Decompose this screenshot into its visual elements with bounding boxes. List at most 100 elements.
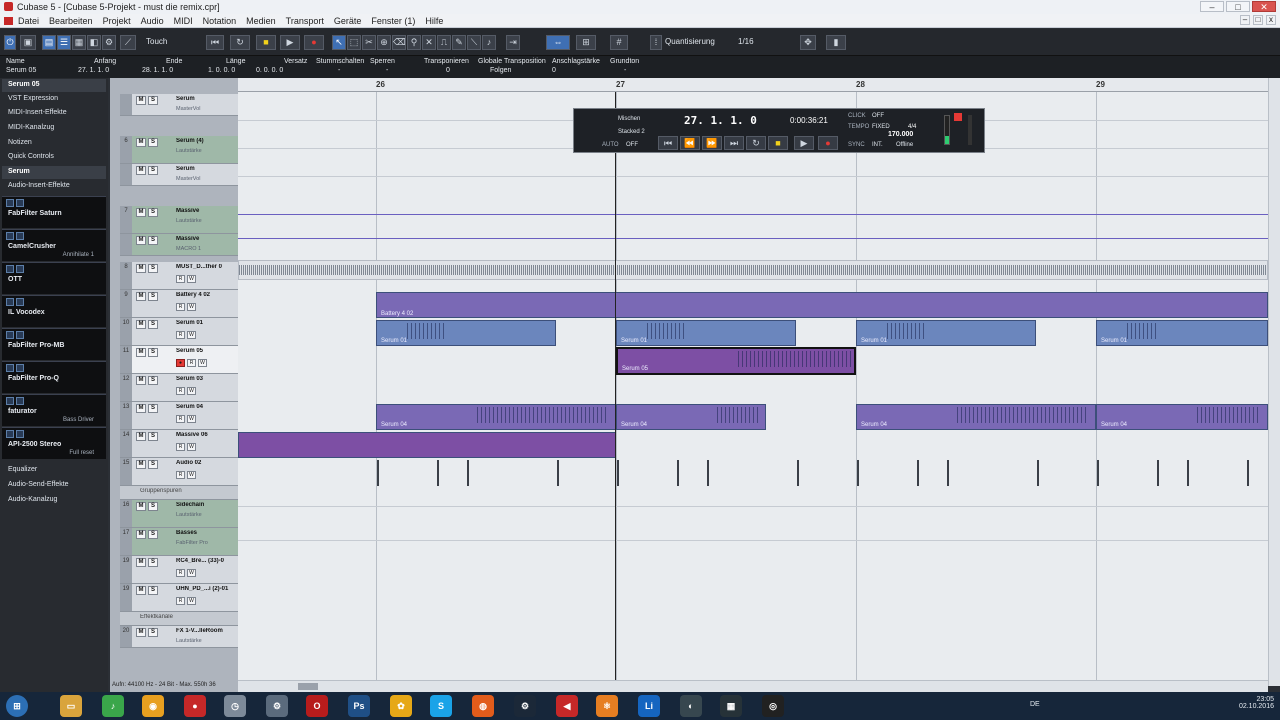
track-name[interactable]: RC4_Bre... (33)-0 [176, 558, 236, 564]
track-name[interactable]: Audio 02 [176, 460, 236, 466]
read-button[interactable]: R [176, 569, 185, 577]
line-tool-icon[interactable]: ⟍ [467, 35, 481, 50]
track-name[interactable]: Battery 4 02 [176, 292, 236, 298]
mute-button[interactable]: M [136, 404, 146, 413]
slot-bypass-icon[interactable] [6, 199, 14, 207]
info-length-value[interactable]: 1. 0. 0. 0 [208, 67, 245, 74]
solo-button[interactable]: S [148, 376, 158, 385]
info-velocity-value[interactable]: 0 [552, 67, 600, 74]
track-name[interactable]: Serum [176, 96, 236, 102]
solo-button[interactable]: S [148, 320, 158, 329]
solo-button[interactable]: S [148, 530, 158, 539]
track-name[interactable]: Massive [176, 208, 236, 214]
audio-hit[interactable] [467, 460, 469, 486]
recorder-icon[interactable]: ● [184, 695, 206, 717]
midi-part[interactable]: Serum 04 [376, 404, 616, 430]
info-mute-value[interactable]: - [316, 67, 364, 74]
mute-button[interactable]: M [136, 292, 146, 301]
constrain-delay-icon[interactable]: ▣ [20, 35, 36, 50]
horizontal-scrollbar[interactable] [238, 680, 1268, 692]
audio-hit[interactable] [947, 460, 949, 486]
play-button[interactable]: ▶ [280, 35, 300, 50]
zoom-tool-icon[interactable]: ⚲ [407, 35, 421, 50]
transport-stack-label[interactable]: Stacked 2 [618, 129, 645, 135]
read-button[interactable]: R [176, 597, 185, 605]
automation-icon[interactable]: ⟋ [120, 35, 136, 50]
track-name[interactable]: UHN_PD_...i (2)-01 [176, 586, 236, 592]
slot-edit-icon[interactable] [16, 430, 24, 438]
overview-toggle-icon[interactable]: ▦ [72, 35, 86, 50]
color-select-icon[interactable]: ▮ [826, 35, 846, 50]
transport-cycle-button[interactable]: ↻ [746, 136, 766, 150]
rewind-start-button[interactable]: ⏮ [658, 136, 678, 150]
audio-hit[interactable] [437, 460, 439, 486]
solo-button[interactable]: S [148, 138, 158, 147]
write-button[interactable]: W [187, 569, 196, 577]
midi-part[interactable]: Serum 01 [856, 320, 1036, 346]
explorer-icon[interactable]: ▭ [60, 695, 82, 717]
track-name[interactable]: FX 1-V...lleRoom [176, 628, 236, 634]
mute-button[interactable]: M [136, 530, 146, 539]
mute-button[interactable]: M [136, 166, 146, 175]
track-name[interactable]: Serum [176, 166, 236, 172]
inspector-notes[interactable]: Notizen [2, 137, 106, 150]
track-header[interactable]: 19 M S UHN_PD_...i (2)-01 R W [120, 584, 238, 612]
menu-notation[interactable]: Notation [198, 14, 242, 27]
read-button[interactable]: R [176, 415, 185, 423]
write-button[interactable]: W [187, 597, 196, 605]
midi-part[interactable]: Serum 04 [1096, 404, 1268, 430]
event-display[interactable]: Battery 4 02 Serum 01 Serum 01 Serum 01 … [238, 92, 1268, 680]
inspector-instrument[interactable]: Serum [2, 166, 106, 179]
slot-bypass-icon[interactable] [6, 331, 14, 339]
mute-button[interactable]: M [136, 208, 146, 217]
track-header[interactable]: M S Serum MasterVol [120, 94, 238, 116]
goto-start-button[interactable]: ⏮ [206, 35, 224, 50]
inspector-track-name[interactable]: Serum 05 [2, 79, 106, 92]
cycle-button[interactable]: ↻ [230, 35, 250, 50]
color-tool-icon[interactable]: ✥ [800, 35, 816, 50]
pool-icon[interactable]: ◧ [87, 35, 101, 50]
secondary-time-display[interactable]: 0:00:36:21 [790, 116, 828, 125]
solo-button[interactable]: S [148, 628, 158, 637]
solo-button[interactable]: S [148, 208, 158, 217]
track-header[interactable]: 7 M S Massive Lautstärke [120, 206, 238, 234]
read-button[interactable]: R [176, 471, 185, 479]
track-header[interactable]: 8 M S MUST_D...ther 0 RW [120, 262, 238, 290]
solo-button[interactable]: S [148, 432, 158, 441]
insert-slot-1[interactable]: FabFilter Saturn [2, 196, 106, 228]
steam-alt-icon[interactable]: ⚙ [266, 695, 288, 717]
track-parameter[interactable]: MasterVol [176, 106, 236, 112]
inspector-quick-controls[interactable]: Quick Controls [2, 151, 106, 164]
inspector-midi-inserts[interactable]: MIDI-Insert-Effekte [2, 107, 106, 120]
mute-button[interactable]: M [136, 138, 146, 147]
menu-midi[interactable]: MIDI [169, 14, 198, 27]
slot-bypass-icon[interactable] [6, 265, 14, 273]
range-tool-icon[interactable]: ⬚ [347, 35, 361, 50]
read-button[interactable]: R [176, 275, 185, 283]
snap-icon[interactable]: ⇔ [546, 35, 570, 50]
solo-button[interactable]: S [148, 96, 158, 105]
mute-button[interactable]: M [136, 502, 146, 511]
autoscroll-icon[interactable]: ⇥ [506, 35, 520, 50]
mute-button[interactable]: M [136, 558, 146, 567]
track-header[interactable]: 15 M S Audio 02 R W [120, 458, 238, 486]
maximize-button[interactable]: □ [1226, 1, 1250, 12]
solo-button[interactable]: S [148, 166, 158, 175]
info-start-value[interactable]: 27. 1. 1. 0 [78, 67, 116, 74]
mute-button[interactable]: M [136, 264, 146, 273]
transport-record-button[interactable]: ● [818, 136, 838, 150]
inspector-toggle-icon[interactable]: ▤ [42, 35, 56, 50]
solo-button[interactable]: S [148, 586, 158, 595]
transport-auto-value[interactable]: OFF [626, 142, 638, 148]
fl-alt-icon[interactable]: ✿ [390, 695, 412, 717]
slot-bypass-icon[interactable] [6, 397, 14, 405]
language-indicator[interactable]: DE [1030, 701, 1040, 708]
track-header[interactable]: 10 M S Serum 01 R W [120, 318, 238, 346]
menu-medien[interactable]: Medien [241, 14, 281, 27]
audio-hit[interactable] [1037, 460, 1039, 486]
info-end-value[interactable]: 28. 1. 1. 0 [142, 67, 182, 74]
slot-edit-icon[interactable] [16, 232, 24, 240]
midi-part-selected[interactable]: Serum 05 [616, 347, 856, 375]
inspector-vst-expression[interactable]: VST Expression [2, 93, 106, 106]
folder-track[interactable]: Effektkanäle [120, 612, 238, 626]
